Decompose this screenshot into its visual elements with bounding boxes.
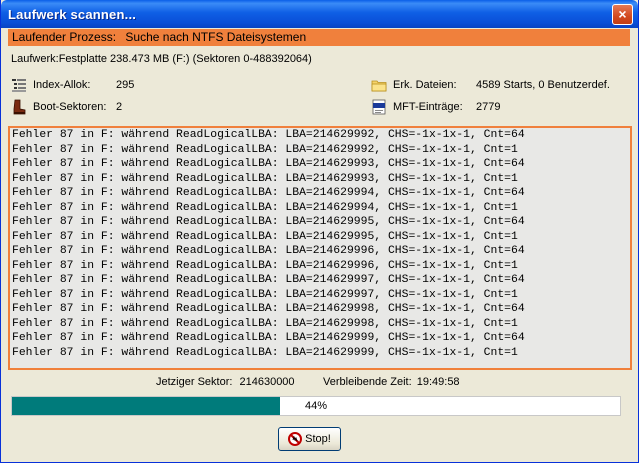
remaining-time-label: Verbleibende Zeit: bbox=[323, 376, 412, 388]
folder-icon bbox=[371, 80, 387, 92]
scan-window: Laufwerk scannen... × Laufender Prozess:… bbox=[0, 0, 639, 463]
scan-progress-bar: 44% bbox=[11, 396, 621, 416]
log-line: Fehler 87 in F: während ReadLogicalLBA: … bbox=[12, 172, 518, 185]
drive-info: Laufwerk:Festplatte 238.473 MB (F:) (Sek… bbox=[11, 53, 312, 65]
log-line: Fehler 87 in F: während ReadLogicalLBA: … bbox=[12, 346, 518, 359]
remaining-time: Verbleibende Zeit: 19:49:58 bbox=[323, 376, 460, 388]
window-title: Laufwerk scannen... bbox=[8, 7, 137, 22]
index-alloc-value: 295 bbox=[116, 79, 135, 91]
boot-sectors-row: Boot-Sektoren: 2 bbox=[11, 98, 311, 116]
mft-entries-row: MFT-Einträge: 2779 bbox=[371, 98, 631, 116]
log-line: Fehler 87 in F: während ReadLogicalLBA: … bbox=[12, 143, 518, 156]
found-files-value: 4589 Starts, 0 Benutzerdef. bbox=[476, 79, 610, 91]
current-sector: Jetziger Sektor: 214630000 bbox=[156, 376, 295, 388]
index-alloc-row: Index-Allok: 295 bbox=[11, 76, 311, 94]
log-line: Fehler 87 in F: während ReadLogicalLBA: … bbox=[12, 187, 525, 199]
log-line: Fehler 87 in F: während ReadLogicalLBA: … bbox=[12, 245, 525, 257]
log-line: Fehler 87 in F: während ReadLogicalLBA: … bbox=[12, 317, 518, 330]
stop-button[interactable]: Stop! bbox=[278, 427, 341, 451]
log-line: Fehler 87 in F: während ReadLogicalLBA: … bbox=[12, 332, 525, 344]
boot-sectors-label: Boot-Sektoren: bbox=[33, 101, 107, 113]
file-icon bbox=[372, 99, 386, 115]
error-log[interactable]: Fehler 87 in F: während ReadLogicalLBA: … bbox=[8, 126, 632, 370]
log-line: Fehler 87 in F: während ReadLogicalLBA: … bbox=[12, 288, 518, 301]
boot-icon bbox=[13, 99, 26, 115]
index-icon bbox=[12, 79, 26, 93]
log-line: Fehler 87 in F: während ReadLogicalLBA: … bbox=[12, 259, 518, 272]
mft-entries-value: 2779 bbox=[476, 101, 501, 113]
log-line: Fehler 87 in F: während ReadLogicalLBA: … bbox=[12, 129, 525, 141]
close-button[interactable]: × bbox=[612, 4, 633, 25]
title-bar[interactable]: Laufwerk scannen... × bbox=[1, 0, 638, 28]
found-files-row: Erk. Dateien: 4589 Starts, 0 Benutzerdef… bbox=[371, 76, 631, 94]
mft-entries-label: MFT-Einträge: bbox=[393, 101, 463, 113]
log-line: Fehler 87 in F: während ReadLogicalLBA: … bbox=[12, 216, 525, 228]
log-line: Fehler 87 in F: während ReadLogicalLBA: … bbox=[12, 230, 518, 243]
boot-sectors-value: 2 bbox=[116, 101, 123, 113]
remaining-time-value: 19:49:58 bbox=[416, 376, 460, 388]
log-line: Fehler 87 in F: während ReadLogicalLBA: … bbox=[12, 274, 525, 286]
stop-icon bbox=[288, 432, 303, 447]
stop-button-label: Stop! bbox=[305, 433, 331, 445]
found-files-label: Erk. Dateien: bbox=[393, 79, 457, 91]
log-line: Fehler 87 in F: während ReadLogicalLBA: … bbox=[12, 303, 525, 315]
process-status-bar: Laufender Prozess: Suche nach NTFS Datei… bbox=[8, 29, 630, 46]
close-icon: × bbox=[618, 6, 627, 22]
process-value: Suche nach NTFS Dateisystemen bbox=[125, 30, 307, 44]
current-sector-value: 214630000 bbox=[239, 376, 295, 388]
index-alloc-label: Index-Allok: bbox=[33, 79, 91, 91]
progress-text: 44% bbox=[304, 400, 328, 412]
log-line: Fehler 87 in F: während ReadLogicalLBA: … bbox=[12, 201, 518, 214]
log-line: Fehler 87 in F: während ReadLogicalLBA: … bbox=[12, 158, 525, 170]
current-sector-label: Jetziger Sektor: bbox=[156, 376, 233, 388]
process-label: Laufender Prozess: bbox=[12, 30, 117, 44]
